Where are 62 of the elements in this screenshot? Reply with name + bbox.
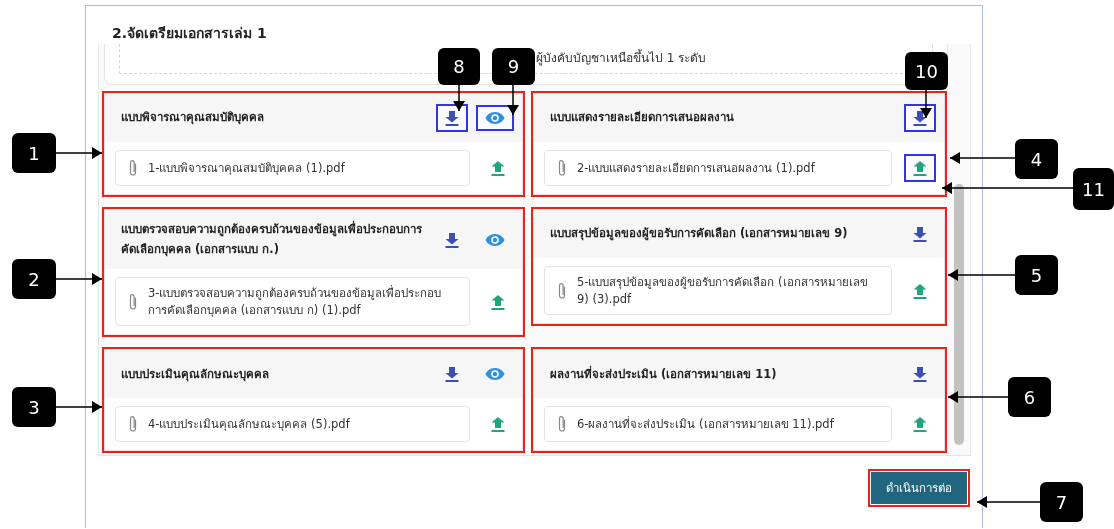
download-icon <box>445 366 459 383</box>
document-title: แบบตรวจสอบความถูกต้องครบถ้วนของข้อมูลเพื่อประกอบการคัดเลือกบุคคล (เอกสารแบบ ก.) <box>121 220 423 259</box>
callout-arrow <box>55 147 103 159</box>
section-title: 2.จัดเตรียมเอกสารเล่ม 1 <box>111 24 268 43</box>
paperclip-icon <box>128 292 138 311</box>
file-field[interactable]: 2-แบบแสดงรายละเอียดการเสนอผลงาน (1).pdf <box>544 150 892 186</box>
download-icon <box>913 366 927 383</box>
callout-badge: 3 <box>12 387 56 427</box>
download-button[interactable] <box>436 104 468 132</box>
callout-badge: 11 <box>1073 168 1114 210</box>
download-icon <box>913 226 927 242</box>
continue-button[interactable]: ดำเนินการต่อ <box>868 469 970 507</box>
file-field[interactable]: 5-แบบสรุปข้อมูลของผู้ขอรับการคัดเลือก (เอกสารหมายเลข 9) (3).pdf <box>544 266 892 316</box>
callout-arrow <box>453 84 465 112</box>
callout-badge: 4 <box>1015 139 1058 179</box>
callout-arrow <box>55 401 103 413</box>
callout-badge: 5 <box>1015 255 1058 295</box>
paperclip-icon <box>557 415 567 434</box>
callout-badge: 2 <box>12 259 56 299</box>
file-field[interactable]: 4-แบบประเมินคุณลักษณะบุคคล (5).pdf <box>115 406 470 443</box>
download-icon <box>445 110 459 126</box>
paperclip-icon <box>557 281 567 300</box>
callout-arrow <box>507 84 519 116</box>
eye-icon <box>485 111 505 125</box>
callout-badge: 7 <box>1040 482 1083 522</box>
document-title: แบบประเมินคุณลักษณะบุคคล <box>121 365 269 384</box>
upload-button[interactable] <box>904 154 936 182</box>
upload-icon <box>913 416 927 433</box>
callout-badge: 1 <box>12 133 56 173</box>
note-text: ผู้บังคับบัญชาเหนือขึ้นไป 1 ระดับ <box>536 51 707 65</box>
download-icon <box>445 231 459 248</box>
upload-icon <box>491 160 505 176</box>
paperclip-icon <box>128 159 138 177</box>
callout-arrow <box>947 269 1016 281</box>
file-field[interactable]: 1-แบบพิจารณาคุณสมบัติบุคคล (1).pdf <box>115 150 470 186</box>
paperclip-icon <box>128 415 138 434</box>
upload-icon <box>491 293 505 310</box>
paperclip-icon <box>557 159 567 177</box>
view-button[interactable] <box>476 105 514 131</box>
download-button[interactable] <box>904 104 936 132</box>
callout-badge: 9 <box>492 48 535 85</box>
upload-icon <box>491 416 505 433</box>
callout-badge: 10 <box>905 52 948 90</box>
upload-icon <box>913 282 927 299</box>
callout-badge: 6 <box>1008 377 1051 417</box>
document-title: แบบสรุปข้อมูลของผู้ขอรับการคัดเลือก (เอกสารหมายเลข 9) <box>550 225 848 243</box>
upload-icon <box>913 160 927 176</box>
callout-arrow <box>976 496 1041 508</box>
document-title: ผลงานที่จะส่งประเมิน (เอกสารหมายเลข 11) <box>550 364 777 383</box>
callout-arrow <box>920 89 932 119</box>
eye-icon <box>485 367 505 382</box>
eye-icon <box>485 232 505 247</box>
callout-badge: 8 <box>438 48 480 85</box>
download-icon <box>913 110 927 126</box>
callout-arrow <box>55 273 103 285</box>
callout-arrow <box>949 152 1016 164</box>
scrollbar-thumb[interactable] <box>954 184 964 445</box>
file-field[interactable]: 3-แบบตรวจสอบความถูกต้องครบถ้วนของข้อมูลเพื่อประกอบการคัดเลือกบุคคล (เอกสารแบบ ก) (1).pdf <box>115 277 470 327</box>
file-field[interactable]: 6-ผลงานที่จะส่งประเมิน (เอกสารหมายเลข 11).pdf <box>544 406 892 443</box>
callout-arrow <box>947 391 1009 403</box>
document-title: แบบพิจารณาคุณสมบัติบุคคล <box>121 109 264 127</box>
document-title: แบบแสดงรายละเอียดการเสนอผลงาน <box>550 109 734 127</box>
